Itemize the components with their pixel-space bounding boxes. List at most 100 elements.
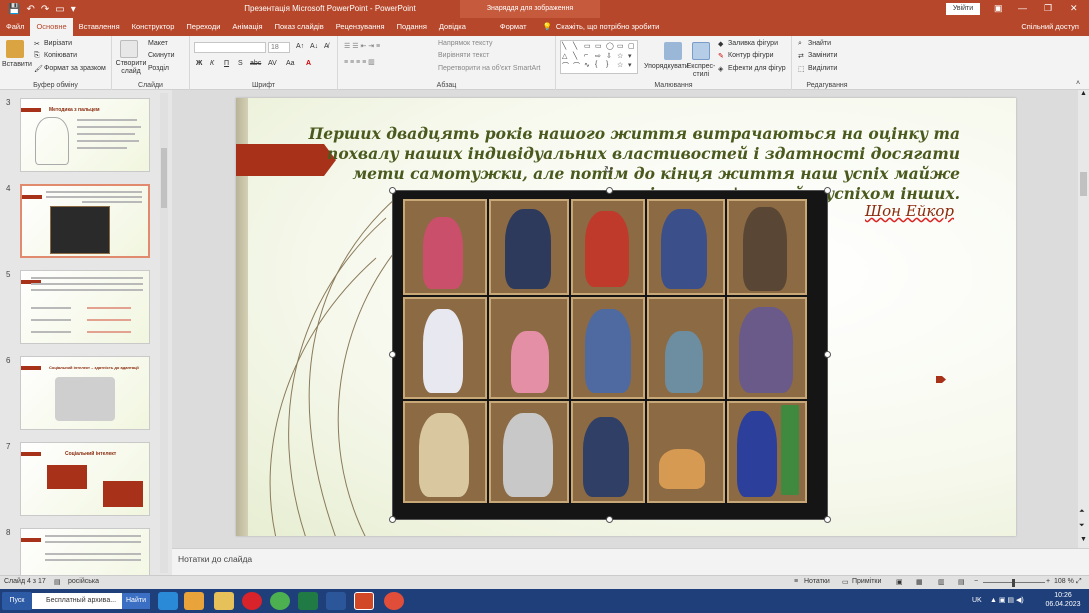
slideshow-icon[interactable]: ▭ (55, 4, 64, 15)
tab-format[interactable]: Формат (494, 18, 533, 36)
thumbnail-image[interactable]: Методика з пальцем (20, 98, 150, 172)
zoom-out-icon[interactable]: − (974, 578, 978, 585)
tray-icons[interactable]: ▲ ▣ ▤ ◀) (990, 596, 1024, 605)
rectangle-shape-icon[interactable]: ▭ (595, 42, 605, 51)
keyboard-language[interactable]: UK (972, 596, 982, 605)
clear-format-icon[interactable]: A̸ (324, 43, 329, 50)
minimize-icon[interactable]: — (1018, 3, 1027, 13)
scrollbar-thumb[interactable] (1080, 172, 1087, 196)
thumbnail-image[interactable] (20, 528, 150, 575)
align-icons[interactable]: ≡ ≡ ≡ ≡ ▥ (344, 58, 375, 66)
customize-qat-icon[interactable]: ▾ (71, 4, 76, 15)
resize-handle[interactable] (389, 516, 396, 523)
zoom-in-icon[interactable]: + (1046, 578, 1050, 585)
star-shape-icon[interactable]: ☆ (617, 52, 627, 61)
resize-handle[interactable] (824, 351, 831, 358)
taskbar-search-input[interactable]: Бесплатный архива... (32, 593, 122, 609)
start-button[interactable]: Пуск (2, 592, 32, 610)
tab-transitions[interactable]: Переходи (180, 18, 226, 36)
thumbnail-image[interactable]: Соціальний інтелект – здатність до адапт… (20, 356, 150, 430)
smartart-button[interactable]: Перетворити на об'єкт SmartArt (438, 65, 541, 72)
triangle-shape-icon[interactable]: △ (562, 52, 572, 61)
opera-icon[interactable] (242, 592, 262, 610)
replace-button[interactable]: Замінити (808, 52, 837, 59)
arrow-shape-icon[interactable]: ⇨ (595, 52, 605, 61)
line-shape-icon[interactable]: ╲ (562, 42, 572, 51)
media-player-icon[interactable] (184, 592, 204, 610)
text-direction-button[interactable]: Напрямок тексту (438, 40, 493, 47)
brace-shape-icon[interactable]: { (595, 61, 605, 72)
tab-home[interactable]: Основне (30, 18, 73, 36)
thumbnail-image[interactable] (20, 270, 150, 344)
select-button[interactable]: Виділити (808, 65, 837, 72)
change-case-button[interactable]: Aa (286, 60, 295, 67)
word-icon[interactable] (326, 592, 346, 610)
italic-button[interactable]: К (210, 60, 214, 67)
tab-file[interactable]: Файл (0, 18, 30, 36)
tab-slideshow[interactable]: Показ слайдів (269, 18, 330, 36)
shape-effects-button[interactable]: Ефекти для фігур (728, 65, 786, 72)
resize-handle[interactable] (606, 516, 613, 523)
collapse-ribbon-icon[interactable]: ˄ (1076, 80, 1080, 87)
quick-styles-icon[interactable] (692, 42, 710, 60)
redo-icon[interactable]: ↷ (41, 4, 49, 15)
share-button[interactable]: Спільний доступ (1021, 18, 1079, 36)
font-name-combo[interactable] (194, 42, 266, 53)
slide-sorter-icon[interactable]: ▦ (916, 578, 923, 586)
arrow-shape-icon[interactable]: ⇩ (606, 52, 616, 61)
spacing-button[interactable]: AV (268, 60, 277, 67)
thumbnail-scrollbar[interactable] (160, 93, 168, 573)
comments-toggle-button[interactable]: Примітки (852, 578, 881, 585)
line-shape-icon[interactable]: ╲ (573, 52, 583, 61)
align-text-button[interactable]: Вирівняти текст (438, 52, 489, 59)
quick-styles-button[interactable]: Експрес-стилі (684, 63, 718, 79)
format-painter-button[interactable]: Формат за зразком (44, 65, 106, 72)
normal-view-icon[interactable]: ▣ (896, 578, 903, 586)
expand-gallery-icon[interactable]: ▾ (628, 61, 638, 72)
font-size-combo[interactable]: 18 (268, 42, 290, 53)
find-button[interactable]: Знайти (808, 40, 831, 47)
scroll-down-icon[interactable]: ▼ (1080, 536, 1087, 543)
thumbnail-image[interactable]: Соціальний інтелект (20, 442, 150, 516)
signin-button[interactable]: Увійти (946, 3, 980, 15)
bullets-icon[interactable]: ☰ ☰ ⇤ ⇥ ≡ (344, 42, 380, 50)
fit-slide-icon[interactable]: ⤢ (1076, 578, 1082, 586)
star-shape-icon[interactable]: ☆ (617, 61, 627, 72)
notes-pane[interactable]: Нотатки до слайда (172, 548, 1089, 575)
notes-toggle-button[interactable]: Нотатки (804, 578, 830, 585)
tab-help[interactable]: Довідка (433, 18, 472, 36)
chrome-icon[interactable] (270, 592, 290, 610)
copy-button[interactable]: Копіювати (44, 52, 77, 59)
curve-shape-icon[interactable]: ∿ (584, 61, 594, 72)
zoom-level[interactable]: 108 % (1054, 578, 1074, 585)
paste-icon[interactable] (6, 40, 24, 58)
shape-fill-button[interactable]: Заливка фігури (728, 40, 778, 47)
angle-shape-icon[interactable]: ⌐ (584, 52, 594, 61)
ribbon-display-icon[interactable]: ▣ (994, 3, 1003, 14)
cut-button[interactable]: Вирізати (44, 40, 72, 47)
language-indicator[interactable]: російська (68, 578, 99, 585)
tab-animations[interactable]: Анімація (226, 18, 268, 36)
taskbar-search-button[interactable]: Найти (122, 593, 150, 609)
file-explorer-icon[interactable] (214, 592, 234, 610)
rounded-rect-shape-icon[interactable]: ▢ (628, 42, 638, 51)
rotate-handle-icon[interactable]: ↻ (604, 165, 612, 176)
arrange-icon[interactable] (664, 42, 682, 60)
chrome-profile-icon[interactable] (384, 592, 404, 610)
thumbnail-image[interactable] (20, 184, 150, 258)
shrink-font-icon[interactable]: A↓ (310, 43, 318, 50)
resize-handle[interactable] (824, 516, 831, 523)
strikethrough-button[interactable]: abc (250, 60, 261, 67)
tab-insert[interactable]: Вставлення (73, 18, 126, 36)
clock[interactable]: 10:26 06.04.2023 (1040, 591, 1086, 609)
maximize-icon[interactable]: ❐ (1044, 3, 1052, 14)
bold-button[interactable]: Ж (196, 60, 202, 67)
selected-photo[interactable] (392, 190, 828, 520)
excel-icon[interactable] (298, 592, 318, 610)
new-slide-icon[interactable] (120, 40, 138, 58)
zoom-slider-knob[interactable] (1012, 579, 1015, 587)
resize-handle[interactable] (824, 187, 831, 194)
spellcheck-icon[interactable]: ▤ (54, 578, 61, 586)
font-color-button[interactable]: A (306, 60, 311, 67)
new-slide-button[interactable]: Створити слайд (114, 60, 148, 76)
